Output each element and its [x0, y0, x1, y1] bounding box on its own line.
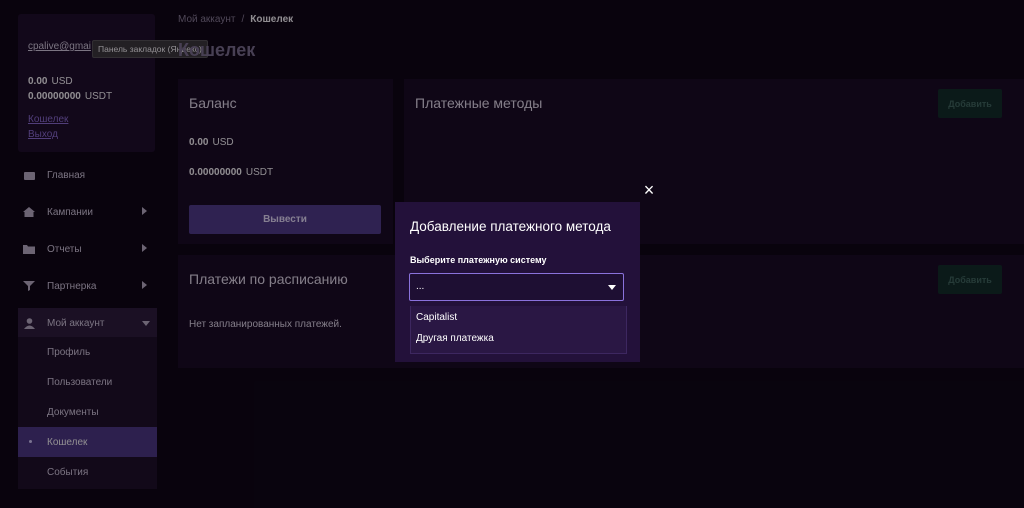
option-other-payment[interactable]: Другая платежка — [416, 333, 494, 344]
payment-system-label: Выберите платежную систему — [410, 255, 547, 265]
select-value: ... — [416, 281, 425, 292]
payment-system-select[interactable]: ... — [409, 273, 624, 301]
modal-title: Добавление платежного метода — [410, 219, 611, 234]
close-icon[interactable]: × — [641, 181, 657, 199]
payment-system-dropdown: Capitalist Другая платежка — [410, 306, 627, 354]
option-capitalist[interactable]: Capitalist — [416, 312, 457, 323]
caret-down-icon — [608, 285, 616, 290]
